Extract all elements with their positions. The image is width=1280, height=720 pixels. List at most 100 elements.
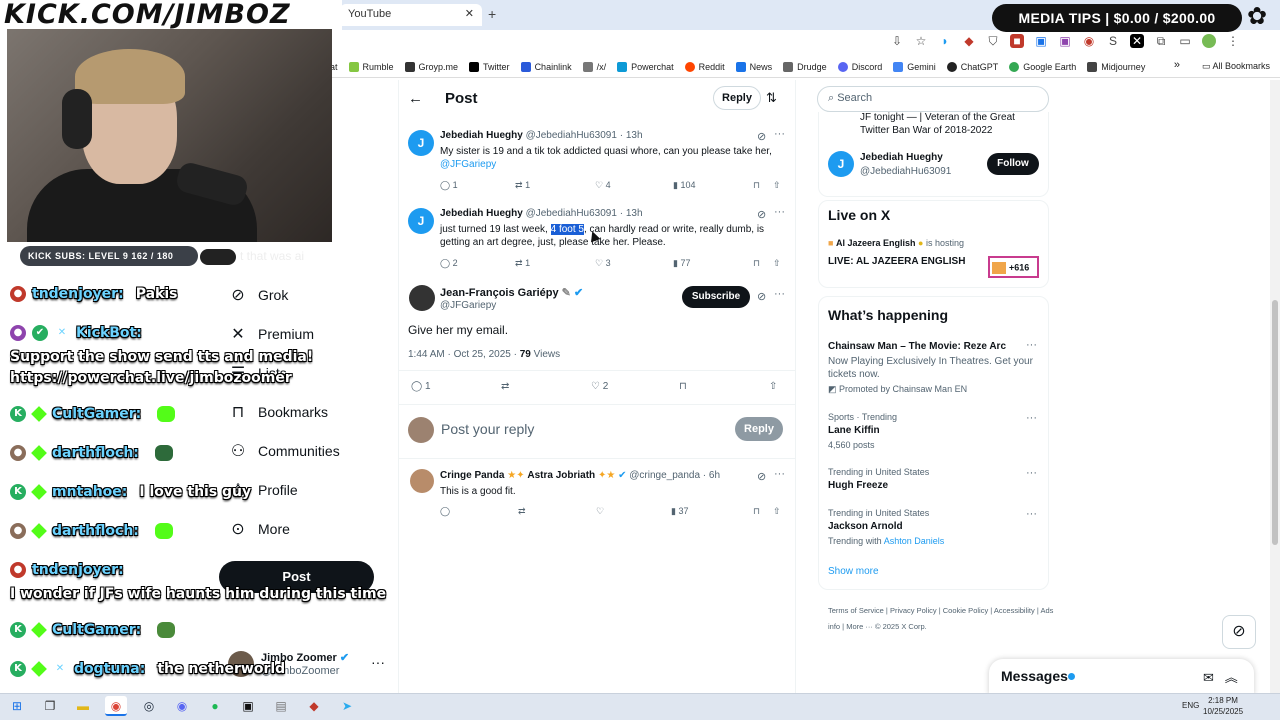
extension-icon[interactable]: ▣ bbox=[1058, 34, 1072, 48]
share-icon[interactable]: ⇧ bbox=[773, 506, 781, 517]
tweet-time[interactable]: 6h bbox=[709, 470, 720, 481]
nav-item-premium[interactable]: ✕ Premium bbox=[228, 324, 314, 344]
grok-icon[interactable]: ⊘ bbox=[757, 290, 766, 303]
adobe-icon[interactable]: ◆ bbox=[303, 696, 325, 716]
live-listeners-badge[interactable]: +616 bbox=[988, 256, 1039, 278]
share-icon[interactable]: ⇧ bbox=[773, 258, 781, 269]
reply-submit-button[interactable]: Reply bbox=[735, 417, 783, 441]
sidepanel-icon[interactable]: ▭ bbox=[1178, 34, 1192, 48]
nav-item-communities[interactable]: ⚇ Communities bbox=[228, 441, 340, 461]
heart-icon[interactable]: ♡ bbox=[596, 506, 671, 517]
tab-close-icon[interactable]: ✕ bbox=[465, 7, 474, 20]
share-icon[interactable]: ⇧ bbox=[773, 180, 781, 191]
reply-icon[interactable]: ◯ bbox=[440, 506, 518, 517]
spotify-icon[interactable]: ● bbox=[204, 696, 226, 716]
telegram-icon[interactable]: ➤ bbox=[336, 696, 358, 716]
author-name[interactable]: Jean-François Gariépy ✎ ✔ bbox=[440, 286, 583, 299]
footer-links[interactable]: Terms of Service | Privacy Policy | Cook… bbox=[828, 603, 1058, 635]
author-name[interactable]: Jebediah Hueghy bbox=[440, 208, 523, 219]
install-icon[interactable]: ⇩ bbox=[890, 34, 904, 48]
like-action[interactable]: ♡ 4 bbox=[595, 180, 673, 191]
trend-item[interactable]: Hugh Freeze bbox=[828, 480, 888, 491]
mention-link[interactable]: @JFGariepy bbox=[440, 159, 496, 170]
chrome-icon[interactable]: ◉ bbox=[105, 696, 127, 716]
more-icon[interactable]: ··· bbox=[1026, 339, 1037, 351]
follow-suggestion-name[interactable]: Jebediah Hueghy bbox=[860, 152, 943, 163]
chevron-right-icon[interactable]: » bbox=[1174, 59, 1180, 71]
discord-icon[interactable]: ◉ bbox=[171, 696, 193, 716]
messages-label[interactable]: Messages bbox=[1001, 668, 1068, 684]
filter-icon[interactable]: ⇅ bbox=[766, 90, 777, 106]
grok-icon[interactable]: ⊘ bbox=[757, 208, 766, 221]
repost-icon[interactable]: ⇄ bbox=[518, 506, 596, 517]
search-input[interactable]: ⌕ Search bbox=[817, 86, 1049, 112]
views-action[interactable]: ▮ 77 bbox=[673, 258, 753, 269]
nav-item-grok[interactable]: ⊘ Grok bbox=[228, 285, 288, 305]
back-arrow-icon[interactable]: ← bbox=[408, 90, 423, 107]
grok-icon[interactable]: ⊘ bbox=[1222, 615, 1256, 649]
avatar[interactable]: J bbox=[408, 208, 434, 234]
bookmark-chainlink[interactable]: Chainlink bbox=[520, 61, 572, 72]
bookmark-x-board[interactable]: /x/ bbox=[582, 61, 606, 72]
bookmark-drudge[interactable]: Drudge bbox=[783, 61, 827, 72]
bookmark-icon[interactable]: ⊓ bbox=[753, 258, 773, 269]
app-icon[interactable]: ▤ bbox=[270, 696, 292, 716]
author-handle[interactable]: @JFGariepy bbox=[440, 300, 496, 311]
menu-icon[interactable]: ⋮ bbox=[1226, 34, 1240, 48]
more-icon[interactable]: ··· bbox=[774, 288, 785, 300]
reply-button[interactable]: Reply bbox=[713, 86, 761, 110]
language-indicator[interactable]: ENG bbox=[1182, 701, 1199, 710]
bookmark-powerchat[interactable]: Powerchat bbox=[617, 61, 674, 72]
extension-icon[interactable]: ▣ bbox=[1034, 34, 1048, 48]
author-name[interactable]: Cringe Panda bbox=[440, 470, 504, 481]
scrollbar-thumb[interactable] bbox=[1272, 300, 1278, 545]
extension-icon[interactable]: ■ bbox=[1010, 34, 1024, 48]
extension-icon[interactable]: S bbox=[1106, 34, 1120, 48]
profile-avatar-icon[interactable] bbox=[1202, 34, 1216, 48]
tweet-time[interactable]: 13h bbox=[626, 208, 643, 219]
bookmark-news[interactable]: News bbox=[735, 61, 772, 72]
all-bookmarks[interactable]: ▭ All Bookmarks bbox=[1202, 61, 1270, 72]
bookmark-gemini[interactable]: Gemini bbox=[893, 61, 936, 72]
repost-action[interactable]: ⇄ 1 bbox=[515, 180, 595, 191]
views-action[interactable]: ▮ 104 bbox=[673, 180, 753, 191]
bookmark-chatgpt[interactable]: ChatGPT bbox=[946, 61, 998, 72]
avatar[interactable] bbox=[409, 285, 435, 311]
compose-message-icon[interactable]: ✉ bbox=[1203, 670, 1214, 685]
more-icon[interactable]: ··· bbox=[774, 468, 785, 480]
reply-input[interactable]: Post your reply bbox=[441, 421, 534, 437]
puzzle-icon[interactable]: ⧉ bbox=[1154, 34, 1168, 48]
views-action[interactable]: ▮ 37 bbox=[671, 506, 753, 517]
bookmark-icon[interactable]: ⊓ bbox=[753, 506, 773, 517]
clock[interactable]: 2:18 PM 10/25/2025 bbox=[1203, 695, 1243, 717]
author-handle[interactable]: @JebediahHu63091 bbox=[526, 130, 617, 141]
bookmark-groyp[interactable]: Groyp.me bbox=[404, 61, 458, 72]
tweet-time[interactable]: 13h bbox=[626, 130, 643, 141]
bookmark-google-earth[interactable]: Google Earth bbox=[1009, 61, 1076, 72]
steam-icon[interactable]: ◎ bbox=[138, 696, 160, 716]
more-icon[interactable]: ··· bbox=[1026, 508, 1037, 520]
extension-icon[interactable]: ◉ bbox=[1082, 34, 1096, 48]
new-tab-icon[interactable]: + bbox=[488, 6, 496, 22]
like-action[interactable]: ♡ 2 bbox=[591, 381, 679, 392]
more-icon[interactable]: ··· bbox=[371, 654, 385, 670]
extension-icon[interactable]: ◆ bbox=[962, 34, 976, 48]
avatar[interactable]: J bbox=[828, 151, 854, 177]
bookmark-icon[interactable]: ⊓ bbox=[679, 381, 769, 392]
terminal-icon[interactable]: ▣ bbox=[237, 696, 259, 716]
live-host[interactable]: ■ Al Jazeera English ● is hosting bbox=[828, 238, 964, 248]
show-more-link[interactable]: Show more bbox=[828, 566, 879, 577]
bookmark-midjourney[interactable]: Midjourney bbox=[1087, 61, 1145, 72]
bookmark-reddit[interactable]: Reddit bbox=[684, 61, 725, 72]
reply-action[interactable]: ◯ 2 bbox=[440, 258, 515, 269]
grok-icon[interactable]: ⊘ bbox=[757, 130, 766, 143]
tweet-timestamp[interactable]: 1:44 AM · Oct 25, 2025 · 79 Views bbox=[408, 349, 560, 360]
trend-item[interactable]: Jackson Arnold bbox=[828, 521, 903, 532]
follow-button[interactable]: Follow bbox=[987, 153, 1039, 175]
extension-icon[interactable]: ◗ bbox=[938, 34, 952, 48]
author-name[interactable]: Jebediah Hueghy bbox=[440, 130, 523, 141]
more-icon[interactable]: ··· bbox=[774, 206, 785, 218]
repost-action[interactable]: ⇄ 1 bbox=[515, 258, 595, 269]
share-icon[interactable]: ⇧ bbox=[769, 381, 777, 392]
file-explorer-icon[interactable]: ▬ bbox=[72, 696, 94, 716]
